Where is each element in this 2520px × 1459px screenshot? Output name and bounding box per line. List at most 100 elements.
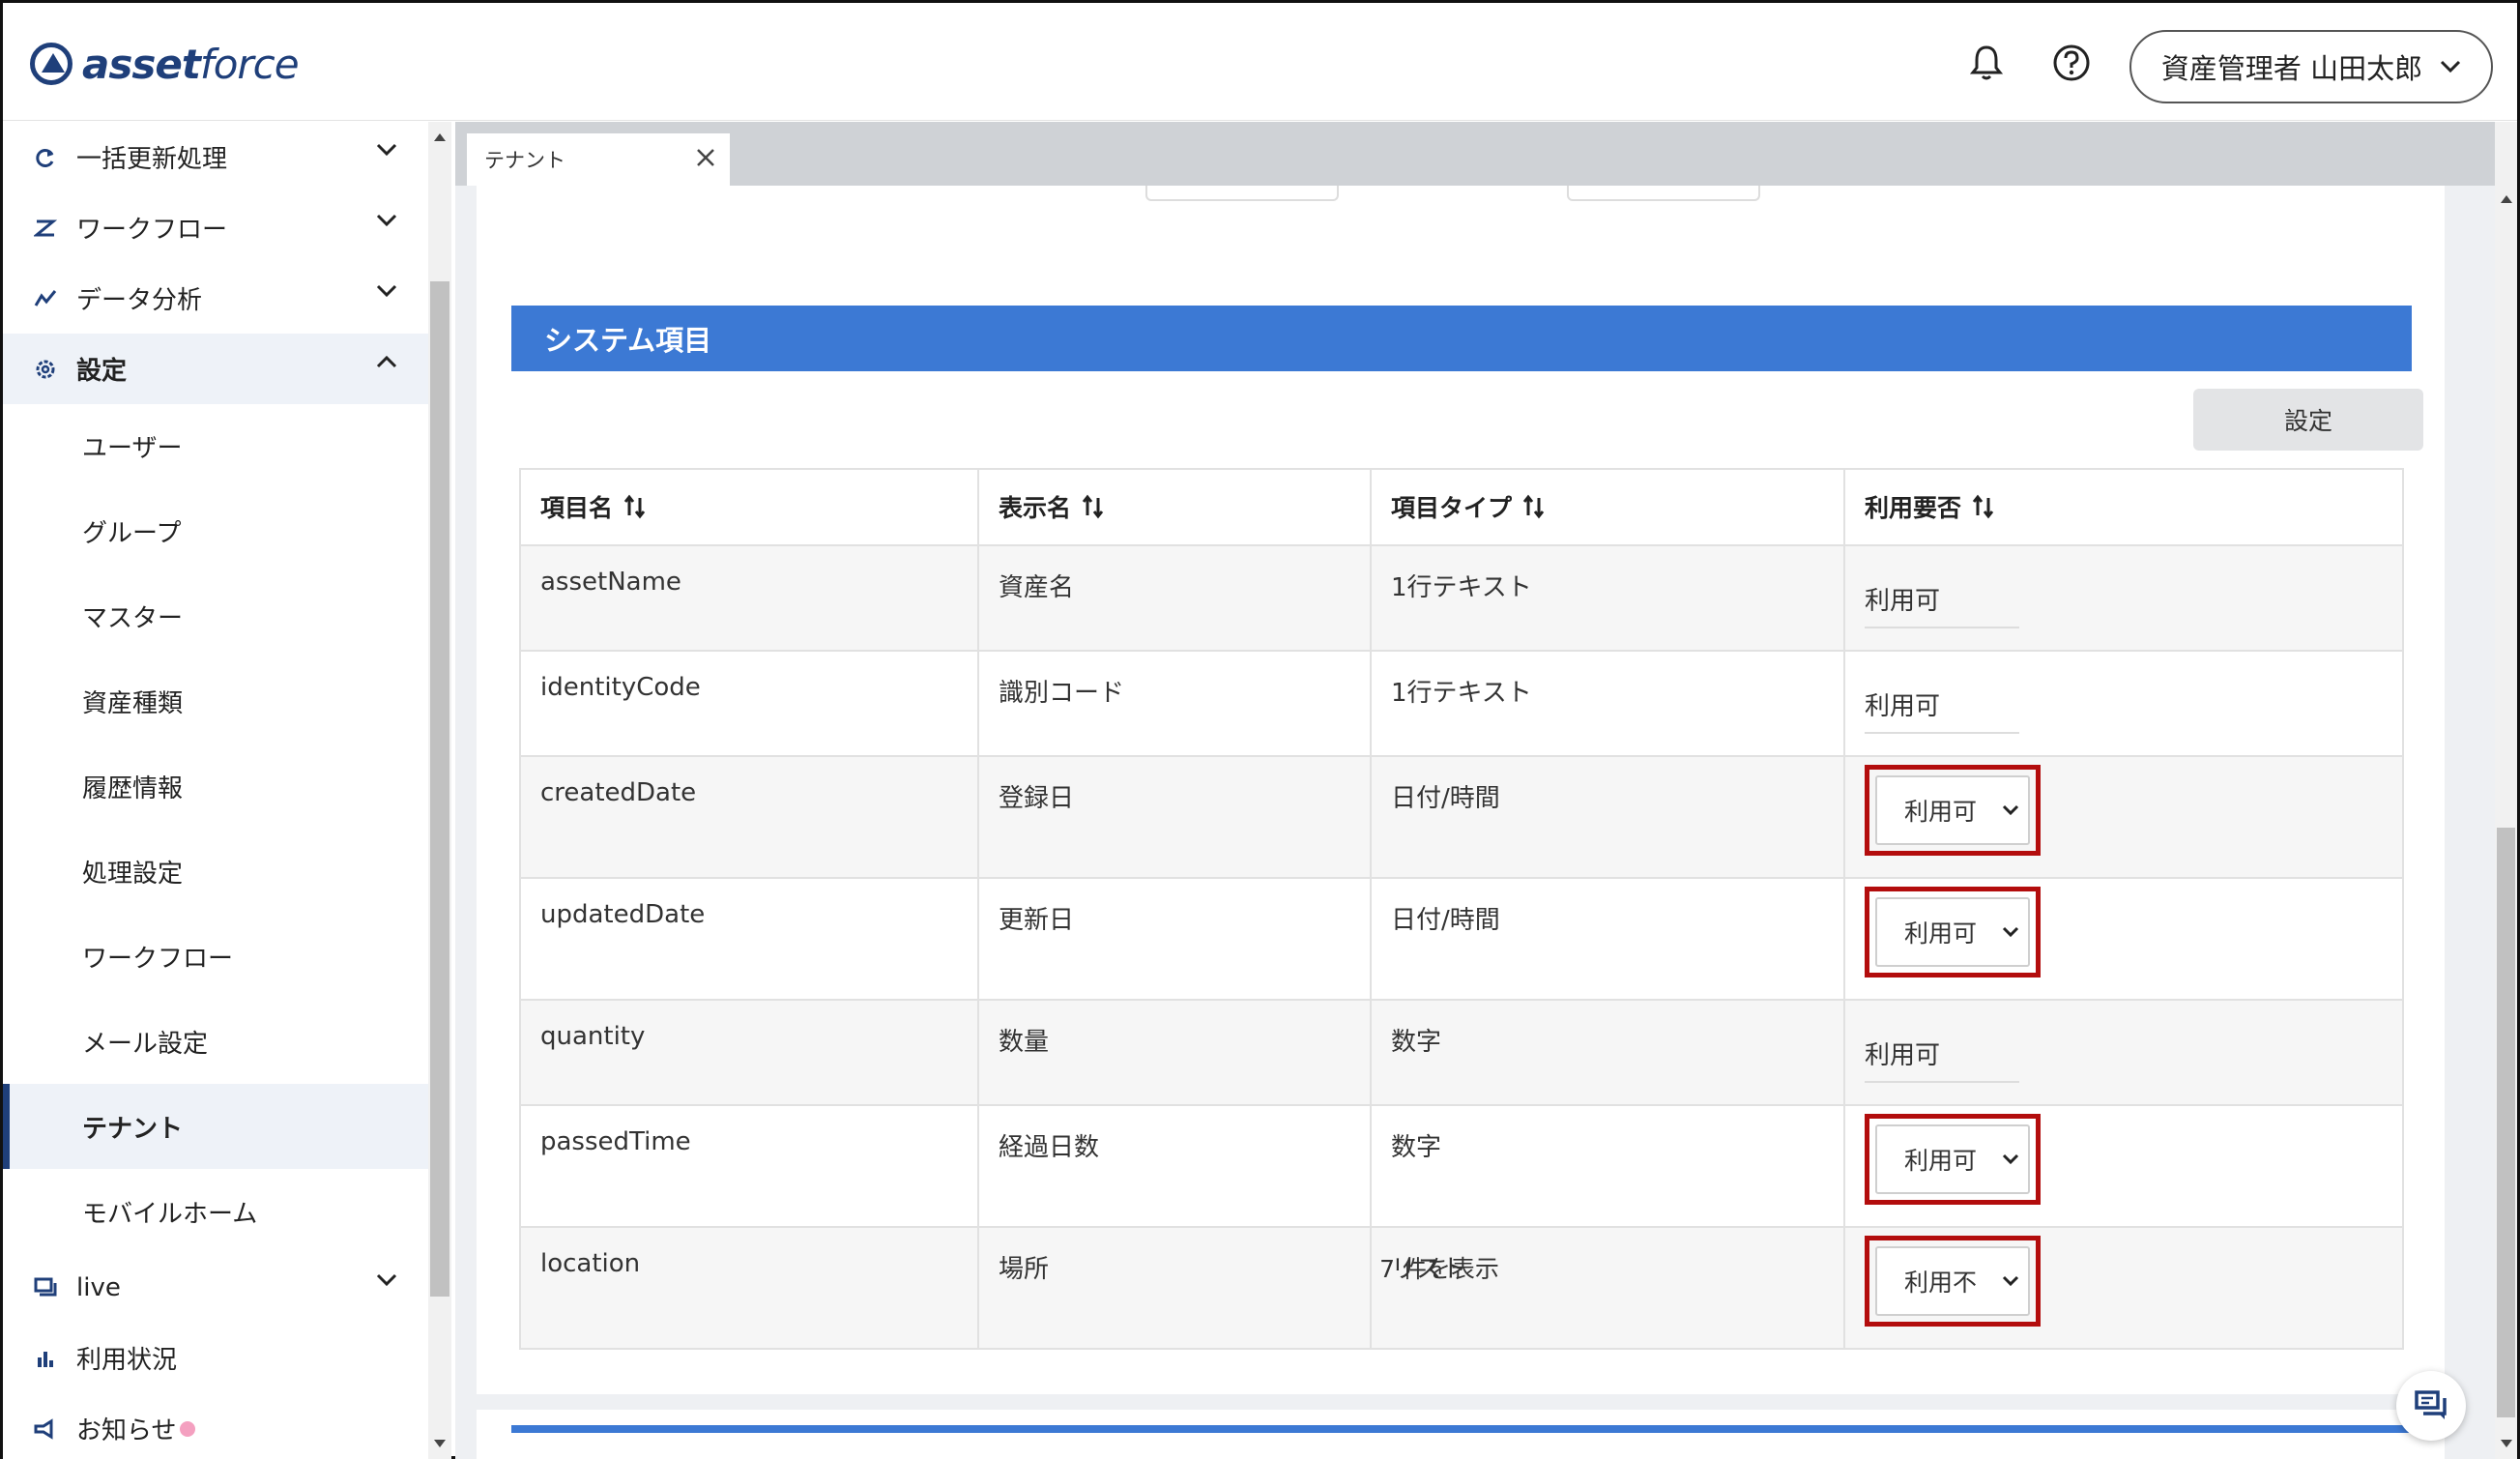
sidebar-item-label: 一括更新処理 (76, 145, 228, 174)
sidebar-subitem-label: グループ (82, 518, 182, 548)
sidebar-item-label: live (76, 1272, 121, 1302)
sidebar-subitem-label: モバイルホーム (82, 1199, 258, 1229)
sidebar-subitem-label: テナント (82, 1114, 184, 1144)
sidebar-subitem-label: ワークフロー (82, 944, 234, 974)
cell-field-type: リスト (1370, 1226, 1845, 1350)
scroll-down-arrow-icon[interactable] (2501, 1440, 2512, 1447)
next-card (477, 1410, 2445, 1459)
help-icon[interactable] (2050, 42, 2093, 84)
cell-field-name: passedTime (519, 1104, 979, 1228)
table-row: updatedDate 更新日 日付/時間 利用可 (519, 877, 2404, 1001)
megaphone-icon (32, 1415, 59, 1443)
usage-select[interactable]: 利用可 (1875, 1124, 2030, 1194)
cell-field-type: 日付/時間 (1370, 755, 1845, 879)
main-scrollbar[interactable] (2495, 122, 2517, 1459)
highlight-box: 利用可 (1865, 765, 2041, 856)
column-header-usage[interactable]: 利用要否 (1843, 468, 2404, 546)
sidebar-item-analytics[interactable]: データ分析 (3, 263, 428, 334)
usage-select-value: 利用可 (1904, 798, 1978, 826)
table-row: identityCode 識別コード 1行テキスト 利用可 (519, 650, 2404, 757)
usage-select[interactable]: 利用可 (1875, 897, 2030, 967)
tab-bar: テナント (455, 122, 2495, 186)
scroll-up-arrow-icon[interactable] (2501, 195, 2512, 203)
gear-icon (32, 356, 59, 383)
sidebar-subitem-mobile-home[interactable]: モバイルホーム (3, 1169, 428, 1254)
app-logo[interactable]: assetforce (30, 40, 300, 88)
cell-field-type: 1行テキスト (1370, 650, 1845, 757)
cell-display-name: 識別コード (977, 650, 1372, 757)
chat-support-button[interactable] (2396, 1371, 2466, 1441)
app-header: assetforce 資産管理者 山田太郎 (3, 3, 2517, 121)
analytics-icon (32, 285, 59, 312)
sidebar-subitem-mail-settings[interactable]: メール設定 (3, 999, 428, 1084)
column-header-label: 項目タイプ (1391, 494, 1513, 522)
cell-usage: 利用可 (1843, 650, 2404, 757)
column-header-field-type[interactable]: 項目タイプ (1370, 468, 1845, 546)
usage-select-value: 利用可 (1904, 1147, 1978, 1175)
cell-usage: 利用可 (1843, 544, 2404, 652)
highlight-box: 利用可 (1865, 887, 2041, 978)
sidebar-item-workflow[interactable]: ワークフロー (3, 192, 428, 263)
sidebar-subitem-groups[interactable]: グループ (3, 488, 428, 573)
sidebar-scrollbar[interactable] (428, 122, 451, 1459)
sidebar-item-settings[interactable]: 設定 (3, 334, 428, 404)
table-row: createdDate 登録日 日付/時間 利用可 (519, 755, 2404, 879)
sidebar-subitem-label: マスター (82, 603, 184, 633)
sidebar-subitem-master[interactable]: マスター (3, 573, 428, 658)
usage-static-value: 利用可 (1865, 673, 2019, 734)
sidebar-item-live[interactable]: live (3, 1252, 428, 1323)
user-menu-button[interactable]: 資産管理者 山田太郎 (2129, 30, 2493, 103)
cell-field-name: quantity (519, 999, 979, 1106)
refresh-icon (32, 144, 59, 171)
close-icon[interactable] (695, 147, 716, 168)
previous-card-button[interactable] (1145, 186, 1339, 201)
sort-icon[interactable] (1521, 494, 1547, 525)
cell-field-name: createdDate (519, 755, 979, 879)
sidebar-item-usage[interactable]: 利用状況 (3, 1323, 428, 1393)
scrollbar-thumb[interactable] (430, 281, 449, 1297)
table-row: location 場所 リスト 利用不 (519, 1226, 2404, 1350)
sort-icon[interactable] (1081, 494, 1106, 525)
workflow-icon (32, 215, 59, 242)
column-header-field-name[interactable]: 項目名 (519, 468, 979, 546)
cell-field-type: 数字 (1370, 999, 1845, 1106)
sidebar-subitem-users[interactable]: ユーザー (3, 403, 428, 488)
sidebar-item-label: 利用状況 (76, 1346, 178, 1375)
cell-usage: 利用可 (1843, 877, 2404, 1001)
user-name: 資産管理者 山田太郎 (2160, 52, 2423, 85)
chevron-down-icon (376, 143, 397, 157)
cell-usage: 利用不 (1843, 1226, 2404, 1350)
sidebar-subitem-workflow[interactable]: ワークフロー (3, 914, 428, 999)
cell-display-name: 資産名 (977, 544, 1372, 652)
sidebar-subitem-asset-types[interactable]: 資産種類 (3, 658, 428, 744)
system-fields-table: 項目名 表示名 項目タイプ 利用要否 assetName 資産名 1行テキスト … (519, 468, 2404, 1350)
tab-tenant[interactable]: テナント (467, 133, 730, 186)
settings-button[interactable]: 設定 (2193, 389, 2423, 451)
column-header-display-name[interactable]: 表示名 (977, 468, 1372, 546)
cell-usage: 利用可 (1843, 755, 2404, 879)
sidebar-subitem-label: ユーザー (82, 433, 183, 463)
column-header-label: 表示名 (999, 494, 1072, 522)
sidebar-item-label: お知らせ (76, 1416, 177, 1445)
sidebar: 一括更新処理 ワークフロー データ分析 設定 ユーザー グループ マスター 資産… (3, 122, 428, 1459)
sidebar-subitem-label: 処理設定 (82, 859, 184, 889)
chevron-down-icon (376, 1273, 397, 1287)
cell-display-name: 場所 (977, 1226, 1372, 1350)
sidebar-item-bulk-update[interactable]: 一括更新処理 (3, 122, 428, 192)
sidebar-subitem-process-settings[interactable]: 処理設定 (3, 829, 428, 914)
previous-card-button[interactable] (1567, 186, 1760, 201)
scrollbar-thumb[interactable] (2497, 828, 2515, 1417)
chevron-down-icon (2441, 60, 2461, 73)
bell-icon[interactable] (1965, 42, 2008, 84)
sidebar-subitem-tenant[interactable]: テナント (3, 1084, 428, 1169)
sidebar-subitem-history[interactable]: 履歴情報 (3, 744, 428, 829)
scroll-down-arrow-icon[interactable] (434, 1440, 446, 1447)
table-row: passedTime 経過日数 数字 利用可 (519, 1104, 2404, 1228)
scroll-up-arrow-icon[interactable] (434, 133, 446, 141)
sort-icon[interactable] (623, 494, 648, 525)
usage-select[interactable]: 利用可 (1875, 775, 2030, 845)
sort-icon[interactable] (1971, 494, 1996, 525)
sidebar-item-notices[interactable]: お知らせ (3, 1393, 428, 1459)
chevron-up-icon (376, 355, 397, 368)
sidebar-item-label: 設定 (76, 357, 128, 386)
